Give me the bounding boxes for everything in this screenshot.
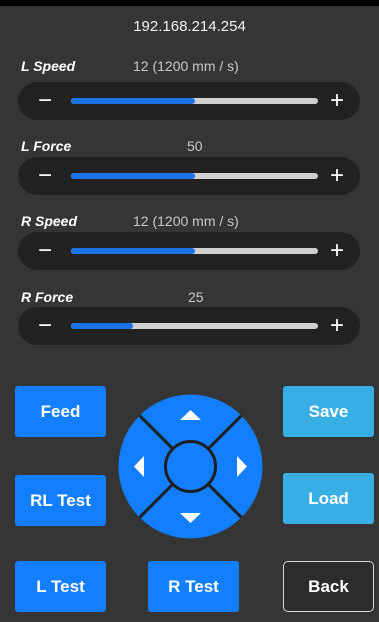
r-force-fill bbox=[71, 323, 133, 329]
r-speed-decrease-button[interactable]: − bbox=[30, 232, 60, 270]
l-force-slider[interactable]: − + bbox=[18, 157, 360, 195]
r-speed-label: R Speed bbox=[21, 213, 78, 229]
save-button[interactable]: Save bbox=[283, 386, 374, 437]
status-bar bbox=[0, 0, 379, 6]
l-speed-slider[interactable]: − + bbox=[18, 82, 360, 120]
r-force-increase-button[interactable]: + bbox=[322, 307, 352, 345]
r-speed-slider[interactable]: − + bbox=[18, 232, 360, 270]
load-button[interactable]: Load bbox=[283, 473, 374, 524]
l-test-button[interactable]: L Test bbox=[15, 561, 106, 612]
r-force-decrease-button[interactable]: − bbox=[30, 307, 60, 345]
l-speed-decrease-button[interactable]: − bbox=[30, 82, 60, 120]
r-speed-value: 12 (1200 mm / s) bbox=[133, 213, 239, 229]
feed-button[interactable]: Feed bbox=[15, 386, 106, 437]
r-speed-fill bbox=[71, 248, 195, 254]
r-speed-increase-button[interactable]: + bbox=[322, 232, 352, 270]
back-button[interactable]: Back bbox=[283, 561, 374, 612]
l-force-fill bbox=[71, 173, 195, 179]
r-force-label: R Force bbox=[21, 289, 74, 305]
r-test-button[interactable]: R Test bbox=[148, 561, 239, 612]
l-speed-increase-button[interactable]: + bbox=[322, 82, 352, 120]
l-force-decrease-button[interactable]: − bbox=[30, 157, 60, 195]
direction-pad[interactable] bbox=[117, 393, 264, 540]
l-speed-track[interactable] bbox=[71, 98, 318, 104]
r-force-track[interactable] bbox=[71, 323, 318, 329]
rl-test-button[interactable]: RL Test bbox=[15, 475, 106, 526]
dpad-center-button[interactable] bbox=[164, 440, 217, 493]
l-speed-label: L Speed bbox=[21, 58, 76, 74]
r-speed-track[interactable] bbox=[71, 248, 318, 254]
r-force-value: 25 bbox=[188, 289, 204, 305]
ip-address: 192.168.214.254 bbox=[133, 18, 246, 35]
l-force-value: 50 bbox=[187, 138, 203, 154]
l-force-increase-button[interactable]: + bbox=[322, 157, 352, 195]
l-force-label: L Force bbox=[21, 138, 72, 154]
r-force-slider[interactable]: − + bbox=[18, 307, 360, 345]
l-speed-fill bbox=[71, 98, 195, 104]
l-speed-value: 12 (1200 mm / s) bbox=[133, 58, 239, 74]
l-force-track[interactable] bbox=[71, 173, 318, 179]
